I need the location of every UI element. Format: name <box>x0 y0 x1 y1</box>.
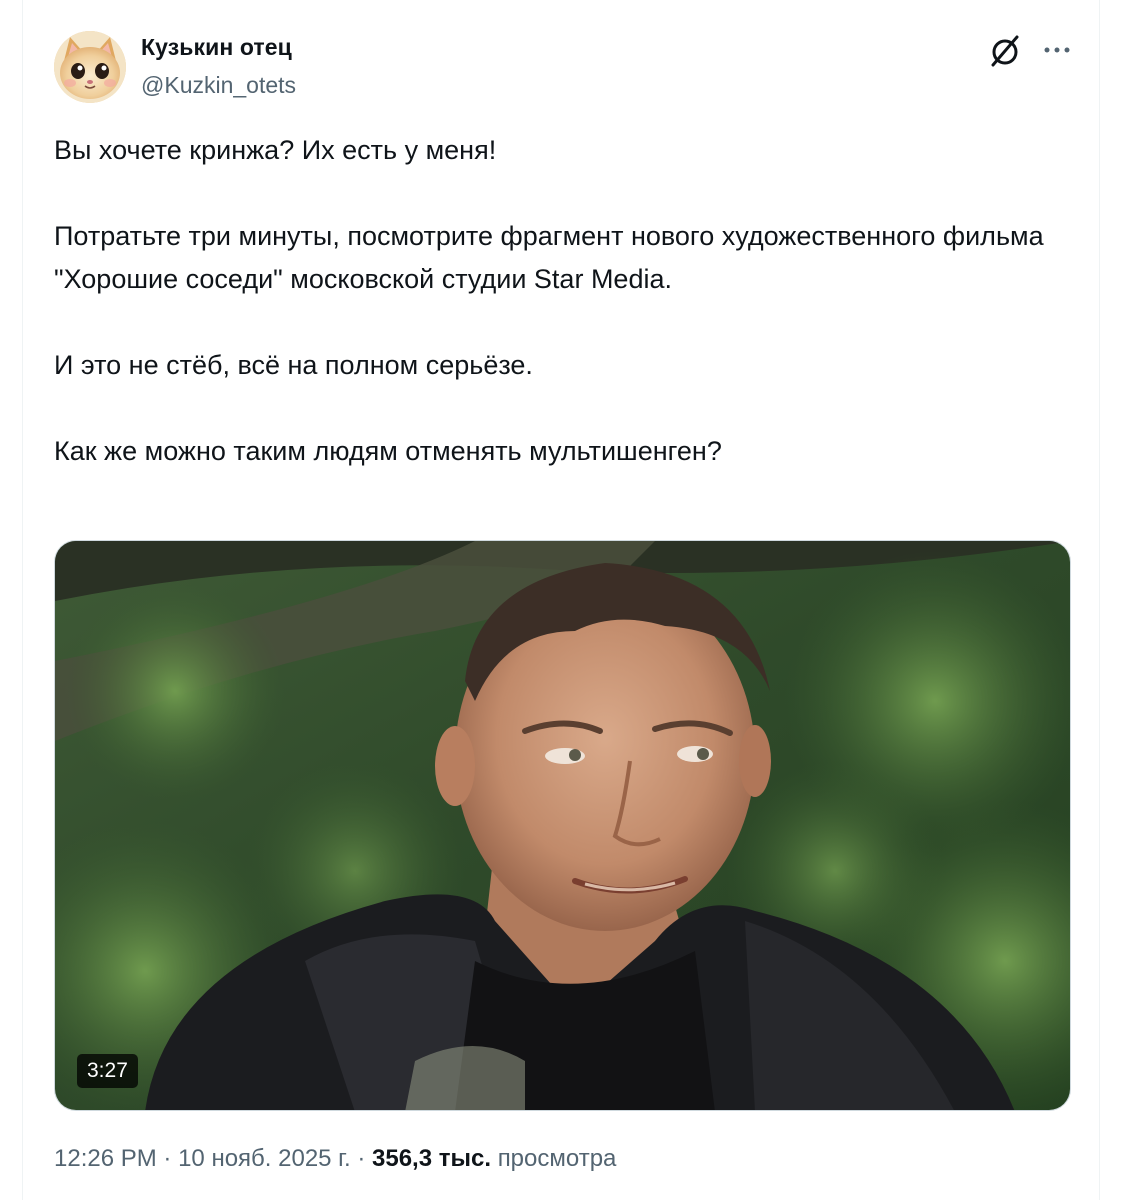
tweet-date[interactable]: 10 нояб. 2025 г. <box>178 1145 351 1172</box>
tweet-meta: 12:26 PM · 10 нояб. 2025 г. · 356,3 тыс.… <box>54 1145 616 1173</box>
video-player[interactable]: 3:27 <box>54 540 1071 1111</box>
more-icon[interactable] <box>1039 36 1075 64</box>
video-duration-badge: 3:27 <box>77 1054 138 1088</box>
kitten-avatar-icon <box>54 31 126 103</box>
views-count: 356,3 тыс. <box>372 1145 492 1172</box>
tweet-paragraph: И это не стёб, всё на полном серьёзе. <box>54 350 533 380</box>
meta-separator: · <box>163 1145 172 1172</box>
meta-separator: · <box>357 1145 366 1172</box>
tweet-text: Вы хочете кринжа? Их есть у меня! Потрат… <box>54 129 1074 473</box>
tweet-paragraph: Как же можно таким людям отменять мульти… <box>54 436 722 466</box>
tweet-paragraph: Потратьте три минуты, посмотрите фрагмен… <box>54 221 1044 294</box>
views-label: просмотра <box>497 1145 617 1172</box>
video-thumbnail <box>55 541 1070 1110</box>
author-handle[interactable]: @Kuzkin_otets <box>141 72 296 99</box>
tweet-card: Кузькин отец @Kuzkin_otets Вы хочете кри… <box>22 0 1100 1200</box>
tweet-time[interactable]: 12:26 PM <box>54 1145 157 1172</box>
tweet-paragraph: Вы хочете кринжа? Их есть у меня! <box>54 135 497 165</box>
grok-icon[interactable] <box>985 30 1025 70</box>
author-display-name[interactable]: Кузькин отец <box>141 34 292 61</box>
avatar[interactable] <box>54 31 126 103</box>
